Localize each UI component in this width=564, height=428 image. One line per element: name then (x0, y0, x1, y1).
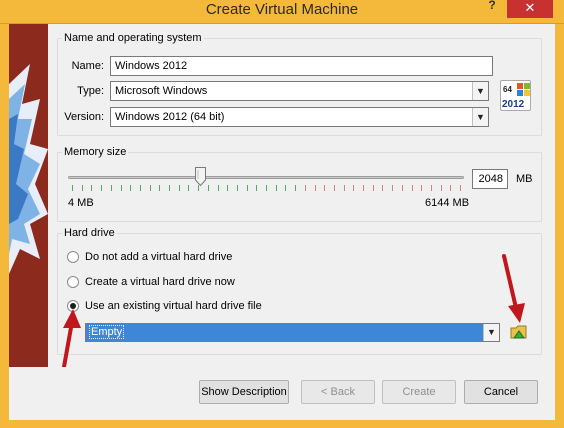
memory-scale-tick (72, 185, 73, 191)
radio-create-hard-drive[interactable] (67, 276, 79, 288)
memory-scale-tick (305, 185, 306, 191)
memory-scale-tick (130, 185, 131, 191)
memory-scale-tick (285, 185, 286, 191)
memory-scale-tick (91, 185, 92, 191)
memory-scale-tick (450, 185, 451, 191)
chevron-down-icon[interactable]: ▼ (472, 82, 488, 100)
memory-scale-tick (402, 185, 403, 191)
chevron-down-icon[interactable]: ▼ (472, 108, 488, 126)
close-button[interactable]: ✕ (507, 0, 553, 18)
memory-slider-scale (72, 185, 462, 192)
memory-unit-label: MB (516, 173, 533, 185)
memory-scale-tick (111, 185, 112, 191)
memory-scale-tick (392, 185, 393, 191)
memory-scale-tick (344, 185, 345, 191)
radio-no-hard-drive-label[interactable]: Do not add a virtual hard drive (85, 250, 232, 264)
memory-slider-track[interactable] (68, 176, 464, 179)
memory-scale-tick (159, 185, 160, 191)
back-button[interactable]: < Back (301, 380, 375, 404)
show-description-button[interactable]: Show Description (199, 380, 289, 404)
memory-scale-tick (373, 185, 374, 191)
memory-scale-tick (82, 185, 83, 191)
version-label: Version: (64, 111, 104, 123)
hard-drive-file-value: Empty (89, 325, 125, 339)
memory-scale-tick (382, 185, 383, 191)
window-frame-right (555, 24, 564, 428)
memory-scale-tick (179, 185, 180, 191)
memory-legend: Memory size (62, 146, 129, 158)
memory-scale-tick (247, 185, 248, 191)
memory-scale-tick (227, 185, 228, 191)
type-select-value: Microsoft Windows (115, 85, 208, 97)
os-badge-top: 64 (503, 85, 512, 94)
memory-scale-tick (169, 185, 170, 191)
memory-scale-tick (276, 185, 277, 191)
window-frame-bottom (0, 420, 564, 428)
name-os-legend: Name and operating system (62, 32, 204, 44)
memory-slider-thumb[interactable] (194, 167, 206, 187)
memory-scale-tick (315, 185, 316, 191)
hard-drive-file-select[interactable]: Empty ▼ (85, 323, 500, 342)
hard-drive-legend: Hard drive (62, 227, 117, 239)
radio-existing-hard-drive[interactable] (67, 300, 79, 312)
memory-value-input[interactable]: 2048 (472, 169, 508, 189)
version-select-value: Windows 2012 (64 bit) (115, 111, 225, 123)
memory-scale-tick (460, 185, 461, 191)
memory-scale-tick (266, 185, 267, 191)
help-button[interactable]: ? (483, 0, 501, 14)
memory-scale-tick (431, 185, 432, 191)
memory-scale-tick (140, 185, 141, 191)
radio-create-hard-drive-label[interactable]: Create a virtual hard drive now (85, 275, 235, 289)
os-badge-bottom: 2012 (502, 99, 525, 110)
memory-scale-tick (324, 185, 325, 191)
memory-scale-tick (334, 185, 335, 191)
window-frame-left (0, 24, 9, 428)
memory-scale-tick (353, 185, 354, 191)
memory-scale-tick (412, 185, 413, 191)
name-label: Name: (71, 60, 104, 72)
memory-scale-tick (101, 185, 102, 191)
memory-scale-tick (121, 185, 122, 191)
type-select[interactable]: Microsoft Windows ▼ (110, 81, 489, 101)
memory-scale-tick (188, 185, 189, 191)
name-field[interactable]: Windows 2012 (110, 56, 493, 76)
window-title: Create Virtual Machine (205, 1, 359, 18)
folder-icon[interactable] (510, 323, 528, 341)
memory-scale-tick (256, 185, 257, 191)
memory-scale-tick (295, 185, 296, 191)
memory-scale-tick (441, 185, 442, 191)
type-label: Type: (77, 85, 104, 97)
memory-scale-tick (421, 185, 422, 191)
memory-scale-tick (363, 185, 364, 191)
chevron-down-icon[interactable]: ▼ (483, 324, 499, 341)
memory-scale-tick (237, 185, 238, 191)
memory-scale-tick (150, 185, 151, 191)
radio-no-hard-drive[interactable] (67, 251, 79, 263)
memory-scale-tick (208, 185, 209, 191)
memory-scale-tick (218, 185, 219, 191)
version-select[interactable]: Windows 2012 (64 bit) ▼ (110, 107, 489, 127)
create-button[interactable]: Create (382, 380, 456, 404)
radio-existing-hard-drive-label[interactable]: Use an existing virtual hard drive file (85, 299, 262, 313)
memory-max-label: 6144 MB (425, 197, 470, 209)
cancel-button[interactable]: Cancel (464, 380, 538, 404)
windows-os-icon: 64 2012 (500, 80, 531, 111)
memory-min-label: 4 MB (68, 197, 94, 209)
